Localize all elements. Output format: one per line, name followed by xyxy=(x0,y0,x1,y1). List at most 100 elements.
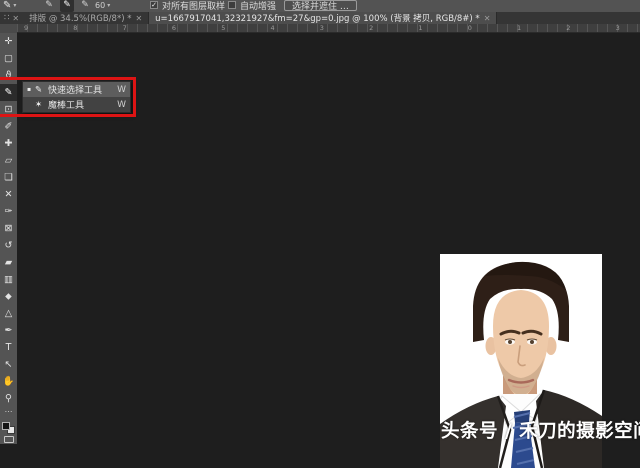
path-selection-tool[interactable]: ↖ xyxy=(0,356,17,373)
color-swatches xyxy=(0,419,17,435)
chevron-down-icon: ▾ xyxy=(13,2,16,9)
brush-tool[interactable]: ✑ xyxy=(0,203,17,220)
dodge-tool[interactable]: △ xyxy=(0,305,17,322)
blur-tool-icon: ⬥ xyxy=(5,292,12,302)
ruler-tick-label: 1 xyxy=(418,24,422,32)
screen-mode-button[interactable] xyxy=(4,436,14,443)
eyedropper-tool[interactable]: ✐ xyxy=(0,118,17,135)
move-tool-icon: ✛ xyxy=(5,37,13,47)
eyedropper-tool-icon: ✐ xyxy=(5,122,13,132)
ruler-tick-label: 7 xyxy=(123,24,127,32)
tool-preset-picker[interactable]: ✎ ▾ xyxy=(3,0,16,12)
foreground-color-swatch[interactable] xyxy=(2,422,10,430)
tools-panel: ✛ ▢ ϑ ✎ ⊡ ✐ ✚ ▱ ❏ ✕ ✑ ⊠ ↺ ▰ ▥ ⬥ △ ✒ T ↖ ✋ ⚲ xyxy=(0,33,17,444)
new-selection-mode-button[interactable]: ✎ xyxy=(42,0,56,12)
ruler-tick-label: 9 xyxy=(24,24,28,32)
content-aware-move-tool[interactable]: ✕ xyxy=(0,186,17,203)
tab-strip-grip[interactable]: ∷ ✕ xyxy=(0,12,23,24)
move-tool[interactable]: ✛ xyxy=(0,33,17,50)
eraser-tool-icon: ▰ xyxy=(5,258,12,268)
auto-enhance-option[interactable]: 自动增强 xyxy=(228,0,276,12)
healing-brush-tool[interactable]: ▱ xyxy=(0,152,17,169)
history-brush-tool-icon: ↺ xyxy=(5,241,13,251)
chevron-down-icon: ▾ xyxy=(107,2,110,9)
tool-options-bar: ✎ ▾ ✎ ✎ ✎ 60 ▾ ✓ 对所有图层取样 自动增强 选择并遮住 … xyxy=(0,0,640,12)
lasso-tool-icon: ϑ xyxy=(6,71,12,81)
ruler-tick-label: 3 xyxy=(616,24,620,32)
patch-tool[interactable]: ❏ xyxy=(0,169,17,186)
add-to-selection-mode-button[interactable]: ✎ xyxy=(60,0,74,12)
quick-selection-tool[interactable]: ✎ xyxy=(0,84,17,101)
close-icon[interactable]: ✕ xyxy=(484,14,491,23)
quick-selection-tool-icon: ✎ xyxy=(5,88,13,98)
pen-tool[interactable]: ✒ xyxy=(0,322,17,339)
sample-all-layers-checkbox[interactable]: ✓ xyxy=(150,1,158,9)
document-tab-title: 排版 @ 34.5%(RGB/8*) * xyxy=(29,12,131,24)
ruler-tick-label: 3 xyxy=(320,24,324,32)
flyout-item-1[interactable]: ▪✎快速选择工具W xyxy=(23,82,130,97)
sample-all-layers-option[interactable]: ✓ 对所有图层取样 xyxy=(150,0,225,12)
canvas-pasteboard[interactable]: ▪✎快速选择工具W✶魔棒工具W xyxy=(17,33,640,444)
quick-selection-tool-icon: ✎ xyxy=(3,0,11,11)
watermark-text: 头条号 / 禾刀的摄影空间 xyxy=(441,417,640,441)
select-and-mask-button[interactable]: 选择并遮住 … xyxy=(284,0,357,11)
current-tool-marker: ▪ xyxy=(27,86,32,93)
subtract-from-selection-mode-button[interactable]: ✎ xyxy=(78,0,92,12)
spot-healing-brush-tool-icon: ✚ xyxy=(5,139,13,149)
hand-tool-icon: ✋ xyxy=(3,377,15,387)
auto-enhance-label: 自动增强 xyxy=(240,0,276,12)
type-tool[interactable]: T xyxy=(0,339,17,356)
crop-tool-icon: ⊡ xyxy=(5,105,13,115)
tools-panel-footer: ⋯ xyxy=(0,407,17,443)
quick-selection-icon: ✎ xyxy=(35,85,45,95)
spot-healing-brush-tool[interactable]: ✚ xyxy=(0,135,17,152)
patch-tool-icon: ❏ xyxy=(4,173,13,183)
hand-tool[interactable]: ✋ xyxy=(0,373,17,390)
flyout-item-shortcut: W xyxy=(117,100,126,110)
brush-size-value: 60 xyxy=(95,1,105,10)
sample-all-layers-label: 对所有图层取样 xyxy=(162,0,225,12)
eraser-tool[interactable]: ▰ xyxy=(0,254,17,271)
healing-brush-tool-icon: ▱ xyxy=(5,156,12,166)
blur-tool[interactable]: ⬥ xyxy=(0,288,17,305)
rectangular-marquee-tool[interactable]: ▢ xyxy=(0,50,17,67)
ruler-tick-label: 5 xyxy=(221,24,225,32)
content-aware-move-tool-icon: ✕ xyxy=(5,190,13,200)
quick-selection-flyout-menu: ▪✎快速选择工具W✶魔棒工具W xyxy=(22,81,131,113)
zoom-tool-icon: ⚲ xyxy=(5,394,12,404)
document-tab-title: u=1667917041,32321927&fm=27&gp=0.jpg @ 1… xyxy=(155,12,480,24)
flyout-item-label: 快速选择工具 xyxy=(48,83,114,96)
clone-stamp-tool[interactable]: ⊠ xyxy=(0,220,17,237)
history-brush-tool[interactable]: ↺ xyxy=(0,237,17,254)
grip-icon: ∷ xyxy=(4,13,9,23)
magic-wand-icon: ✶ xyxy=(35,100,45,110)
document-tab-1[interactable]: 排版 @ 34.5%(RGB/8*) * ✕ xyxy=(23,12,149,24)
gradient-tool-icon: ▥ xyxy=(4,275,13,285)
horizontal-ruler[interactable]: 9 8 7 6 5 4 3 2 1 0 1 2 3 xyxy=(17,24,640,33)
flyout-item-2[interactable]: ✶魔棒工具W xyxy=(23,97,130,112)
crop-tool[interactable]: ⊡ xyxy=(0,101,17,118)
ruler-tick-label: 4 xyxy=(271,24,275,32)
gradient-tool[interactable]: ▥ xyxy=(0,271,17,288)
ruler-tick-label: 8 xyxy=(73,24,77,32)
document-tab-bar: ∷ ✕ 排版 @ 34.5%(RGB/8*) * ✕ u=1667917041,32… xyxy=(0,12,640,24)
clone-stamp-tool-icon: ⊠ xyxy=(5,224,13,234)
brush-size-picker[interactable]: 60 ▾ xyxy=(95,0,110,12)
brush-tool-icon: ✑ xyxy=(5,207,13,217)
auto-enhance-checkbox[interactable] xyxy=(228,1,236,9)
close-icon[interactable]: ✕ xyxy=(135,14,142,23)
lasso-tool[interactable]: ϑ xyxy=(0,67,17,84)
ruler-corner xyxy=(0,24,17,33)
ruler-tick-label: 0 xyxy=(468,24,472,32)
ruler-tick-label: 1 xyxy=(517,24,521,32)
type-tool-icon: T xyxy=(6,343,12,353)
ruler-tick-label: 6 xyxy=(172,24,176,32)
ruler-tick-label: 2 xyxy=(566,24,570,32)
dodge-tool-icon: △ xyxy=(5,309,12,319)
flyout-item-shortcut: W xyxy=(117,85,126,95)
edit-toolbar-button[interactable]: ⋯ xyxy=(0,407,17,417)
close-icon[interactable]: ✕ xyxy=(12,14,19,23)
document-tab-2[interactable]: u=1667917041,32321927&fm=27&gp=0.jpg @ 1… xyxy=(149,12,497,24)
zoom-tool[interactable]: ⚲ xyxy=(0,390,17,407)
ruler-tick-label: 2 xyxy=(369,24,373,32)
